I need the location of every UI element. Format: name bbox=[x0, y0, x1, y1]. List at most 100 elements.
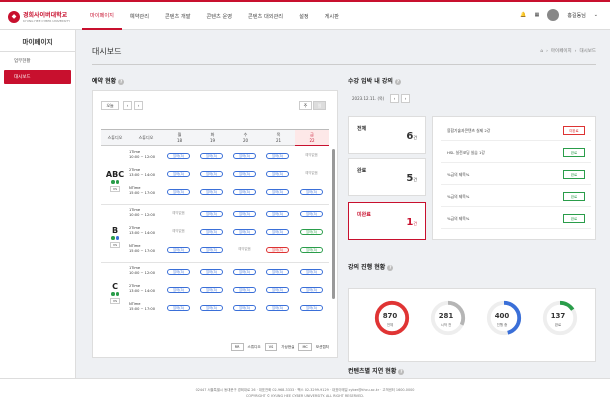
help-icon[interactable]: ? bbox=[118, 79, 125, 85]
footer: 02447 서울특별시 동대문구 경희대로 26 · 대표전화 02-968-3… bbox=[0, 378, 610, 406]
breadcrumb: ⌂ › 마이페이지 › 대시보드 bbox=[540, 48, 596, 55]
slot-button[interactable]: 있어(3) bbox=[167, 171, 190, 177]
slot-button[interactable]: 있어(3) bbox=[233, 211, 256, 217]
slot-button[interactable]: 있어(3) bbox=[300, 287, 323, 293]
slot-button[interactable]: 있어(3) bbox=[200, 171, 223, 177]
slot-button[interactable]: 있어(3) bbox=[300, 305, 323, 311]
slot-button[interactable]: 있어(3) bbox=[167, 287, 190, 293]
slot-button[interactable]: 있어(3) bbox=[200, 153, 223, 159]
menu-content-dev[interactable]: 콘텐츠 개발 bbox=[157, 2, 199, 30]
slot-button[interactable]: 있어(3) bbox=[200, 305, 223, 311]
breadcrumb-item-mypage[interactable]: 마이페이지 bbox=[551, 48, 572, 54]
slot-button[interactable]: 있어(3) bbox=[167, 247, 190, 253]
legend-code-vs: VS bbox=[264, 343, 278, 351]
slot-button[interactable]: 있어(3) bbox=[167, 189, 190, 195]
slot-button[interactable]: 있어(3) bbox=[200, 269, 223, 275]
reservation-panel: 오늘 ‹ › 주 일 스튜디오 스튜디오 월 18 화 19 수 20 목 21 금 22… bbox=[92, 90, 338, 358]
slot-button[interactable]: 있어(3) bbox=[266, 153, 289, 159]
day-header-mon: 월 18 bbox=[176, 132, 183, 143]
footer-copyright: COPYRIGHT © KYUNG HEE CYBER UNIVERSITY. … bbox=[246, 394, 364, 398]
progress-panel: 870 전체 281 시작 전 400 진행 중 137 완료 bbox=[348, 288, 596, 362]
time-slot-label: NTime 15:00 ~ 17:00 bbox=[129, 244, 156, 253]
time-slot-label: 2Time 13:00 ~ 14:00 bbox=[129, 168, 156, 177]
time-slot-label: 1Time 10:00 ~ 12:00 bbox=[129, 266, 156, 275]
slot-button[interactable]: 있어(3) bbox=[200, 287, 223, 293]
legend-text-mocap: 모션캡처 bbox=[315, 344, 329, 349]
slot-button[interactable]: 있어(3) bbox=[200, 211, 223, 217]
breadcrumb-item-dashboard: 대시보드 bbox=[579, 49, 596, 54]
slot-button[interactable]: 있어(3) bbox=[300, 211, 323, 217]
slot-button[interactable]: 있어(3) bbox=[300, 269, 323, 275]
slot-button[interactable]: 있어(3) bbox=[233, 305, 256, 311]
slot-button[interactable]: 있어(3) bbox=[266, 287, 289, 293]
slot-available[interactable]: 예약없음 bbox=[233, 247, 256, 253]
help-icon[interactable]: ? bbox=[387, 265, 394, 271]
logo-subtitle: KYUNG HEE CYBER UNIVERSITY bbox=[23, 19, 71, 23]
next-date-button[interactable]: › bbox=[401, 94, 410, 103]
week-view-button[interactable]: 주 bbox=[299, 101, 312, 110]
slot-button[interactable]: 있어(3) bbox=[266, 305, 289, 311]
menu-content-ops[interactable]: 콘텐츠 운영 bbox=[198, 2, 240, 30]
slot-button[interactable]: 있어(3) bbox=[233, 269, 256, 275]
slot-button[interactable]: 있어(3) bbox=[167, 153, 190, 159]
expiry-panel: 2023.12.11. (목) ‹ › 전체 6건 완료 5건 미완료 1건 융… bbox=[348, 90, 596, 290]
slot-available[interactable]: 예약없음 bbox=[300, 153, 323, 159]
slot-button[interactable]: 있어(3) bbox=[200, 229, 223, 235]
day-view-button[interactable]: 일 bbox=[313, 101, 326, 110]
menu-board[interactable]: 게시판 bbox=[317, 2, 347, 30]
slot-available[interactable]: 예약없음 bbox=[167, 211, 190, 217]
breadcrumb-separator: › bbox=[574, 48, 577, 54]
list-item[interactable]: HSL 실전코딩 실습 1강 완료 bbox=[441, 143, 591, 163]
chevron-down-icon[interactable]: ⌄ bbox=[594, 12, 598, 18]
list-item[interactable]: %금의 제목% 완료 bbox=[441, 209, 591, 229]
avatar[interactable] bbox=[547, 9, 560, 21]
slot-button[interactable]: 있어(3) bbox=[167, 269, 190, 275]
bell-icon[interactable]: 🔔 bbox=[520, 12, 526, 18]
reservation-calendar: 스튜디오 스튜디오 월 18 화 19 수 20 목 21 금 22 ABC VS 1Ti… bbox=[101, 129, 329, 339]
list-item[interactable]: %금의 제목% 완료 bbox=[441, 187, 591, 207]
slot-button[interactable]: 있어(3) bbox=[233, 229, 256, 235]
slot-button[interactable]: 있어(3) bbox=[167, 305, 190, 311]
slot-button[interactable]: 있어(3) bbox=[300, 189, 323, 195]
calendar-scrollbar[interactable] bbox=[332, 149, 335, 299]
list-item[interactable]: 융합기술과콘텐츠 실제 2강 미완료 bbox=[441, 121, 591, 141]
slot-button[interactable]: 있어(3) bbox=[233, 189, 256, 195]
slot-available[interactable]: 예약없음 bbox=[300, 171, 323, 177]
menu-settings[interactable]: 설정 bbox=[291, 2, 317, 30]
next-week-button[interactable]: › bbox=[134, 101, 143, 110]
list-item[interactable]: %금의 제목% 완료 bbox=[441, 165, 591, 185]
logo-emblem-icon: ◆ bbox=[8, 10, 20, 23]
slot-button[interactable]: 있어(3) bbox=[200, 247, 223, 253]
day-header-tue: 화 19 bbox=[209, 132, 216, 143]
today-button[interactable]: 오늘 bbox=[101, 101, 119, 110]
prev-week-button[interactable]: ‹ bbox=[123, 101, 132, 110]
slot-button[interactable]: 있어(3) bbox=[200, 189, 223, 195]
slot-available[interactable]: 예약없음 bbox=[167, 229, 190, 235]
progress-donut-complete: 137 완료 bbox=[539, 299, 581, 355]
sidebar-item-work-status[interactable]: 업무현황 bbox=[4, 54, 71, 68]
slot-button[interactable]: 있어(3) bbox=[233, 171, 256, 177]
menu-reservation[interactable]: 예약관리 bbox=[122, 2, 157, 30]
time-slot-label: 2Time 13:00 ~ 14:00 bbox=[129, 284, 156, 293]
sidebar-item-dashboard[interactable]: 대시보드 bbox=[4, 70, 71, 84]
grid-icon[interactable]: ▦ bbox=[535, 12, 540, 18]
help-icon[interactable]: ? bbox=[398, 369, 405, 375]
slot-button[interactable]: 있어(3) bbox=[300, 247, 323, 253]
slot-button[interactable]: 있어(3) bbox=[233, 153, 256, 159]
slot-button[interactable]: 있어(3) bbox=[233, 287, 256, 293]
slot-button[interactable]: 있어(3) bbox=[266, 189, 289, 195]
slot-button[interactable]: 있어(3) bbox=[266, 269, 289, 275]
user-name[interactable]: 홍길동님 bbox=[567, 12, 585, 19]
slot-button[interactable]: 있어(3) bbox=[266, 229, 289, 235]
home-icon[interactable]: ⌂ bbox=[540, 49, 543, 54]
slot-button[interactable]: 있어(3) bbox=[300, 229, 323, 235]
help-icon[interactable]: ? bbox=[394, 79, 401, 85]
user-menu: 🔔 ▦ 홍길동님 ⌄ bbox=[520, 9, 598, 21]
slot-button[interactable]: 있어(3) bbox=[266, 171, 289, 177]
menu-content-external[interactable]: 콘텐츠 대외관리 bbox=[240, 2, 291, 30]
prev-date-button[interactable]: ‹ bbox=[390, 94, 399, 103]
slot-button[interactable]: 있어(3) bbox=[266, 247, 289, 253]
slot-button[interactable]: 있어(3) bbox=[266, 211, 289, 217]
university-logo[interactable]: ◆ 경희사이버대학교 KYUNG HEE CYBER UNIVERSITY bbox=[8, 10, 70, 23]
menu-mypage[interactable]: 마이페이지 bbox=[82, 2, 122, 30]
